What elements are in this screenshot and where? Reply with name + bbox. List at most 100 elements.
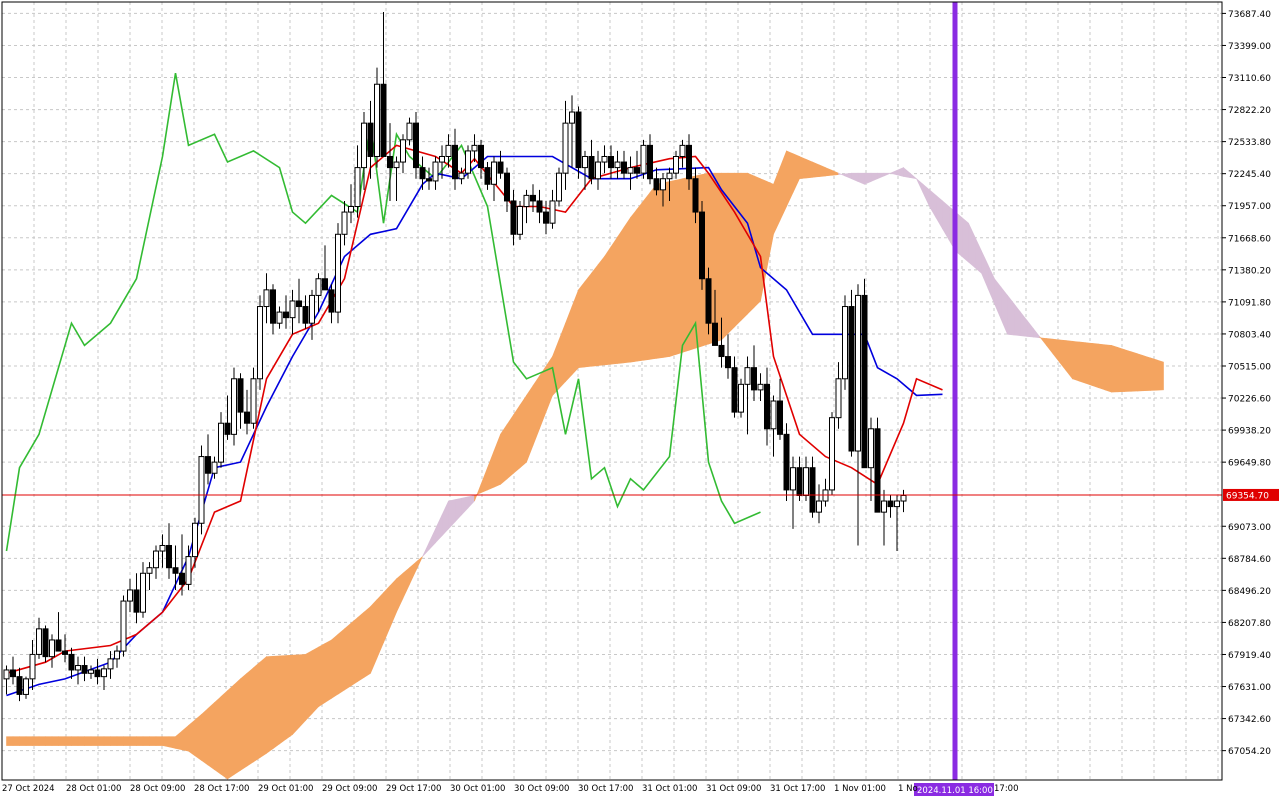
y-tick-label: 72245.40 [1228, 170, 1271, 180]
candle [231, 367, 237, 446]
candle-body [458, 172, 465, 180]
kumo-segment-bullish [194, 713, 202, 761]
candle-body [562, 122, 569, 174]
candle [640, 139, 647, 179]
candle [575, 106, 582, 179]
kumo-segment-bullish [110, 736, 118, 746]
candle [257, 295, 263, 390]
candle-body [790, 467, 796, 491]
kumo-segment-bullish [19, 736, 27, 746]
candle-body [445, 144, 452, 157]
candle-body [205, 456, 211, 474]
kumo-segment-bullish [103, 736, 111, 746]
candle-body [842, 306, 848, 380]
candle-body [764, 383, 770, 430]
candle [842, 295, 848, 390]
candle-body [601, 155, 608, 163]
kumo-segment-bullish [357, 611, 365, 683]
candle-body [556, 172, 562, 202]
candle-body [127, 589, 133, 602]
x-tick-label: 28 Oct 01:00 [66, 784, 121, 794]
candle-body [699, 211, 705, 280]
kumo-segment-bullish [344, 622, 352, 691]
candle-body [393, 161, 400, 169]
kumo-segment-bullish [12, 736, 20, 746]
kumo-segment-bullish [656, 182, 664, 359]
candle-body [803, 467, 809, 496]
y-tick-label: 73399.00 [1228, 42, 1271, 52]
y-tick-label: 73110.60 [1228, 74, 1271, 84]
candle-body [868, 428, 874, 469]
candle-body [16, 676, 23, 695]
kumo-segment-bullish [714, 172, 722, 343]
x-tick-label: 28 Oct 09:00 [130, 784, 185, 794]
kumo-segment-bullish [318, 643, 326, 708]
candle-body [543, 211, 549, 224]
kumo-segment-bullish [578, 280, 586, 368]
candle-body [653, 178, 660, 191]
x-tick-label: 29 Oct 17:00 [386, 784, 441, 794]
kumo-segment-bullish [155, 736, 163, 746]
kumo-segment-bullish [45, 736, 53, 746]
kumo-segment-bullish [1104, 344, 1112, 393]
candle [120, 595, 127, 657]
candle-body [432, 161, 439, 182]
kumo-segment-bullish [604, 245, 612, 366]
candle [198, 445, 205, 535]
candle-body [120, 600, 127, 652]
y-tick-label: 71668.60 [1228, 234, 1271, 244]
candle-body [627, 167, 634, 174]
candle-body [374, 83, 380, 157]
candle-body [387, 155, 393, 169]
candle-body [738, 383, 744, 413]
candle-body [705, 278, 712, 324]
candle-body [569, 111, 575, 124]
y-tick-label: 67631.00 [1228, 683, 1271, 693]
candle-body [114, 650, 120, 660]
kumo-segment-bullish [350, 617, 358, 687]
candle-body [263, 289, 270, 308]
ichimoku-chart[interactable]: 69354.70 2024.11.01 16:00 73687.40 73399.0… [0, 0, 1280, 800]
x-tick-label: 30 Oct 09:00 [514, 784, 569, 794]
kumo-segment-bullish [363, 605, 371, 679]
candle-body [692, 178, 699, 213]
candle-body [835, 378, 842, 419]
candle-body [166, 544, 172, 569]
candle [783, 423, 790, 502]
chart-canvas[interactable]: 69354.70 2024.11.01 16:00 73687.40 73399.0… [0, 0, 1280, 800]
x-tick-label: 29 Oct 01:00 [258, 784, 313, 794]
time-marker-label: 2024.11.01 16:00 [917, 786, 993, 796]
candle-body [848, 306, 855, 452]
kumo-segment-bullish [1072, 340, 1080, 382]
candle-body [309, 294, 315, 324]
candle-body [335, 233, 341, 313]
kumo-segment-bullish [142, 736, 150, 746]
candle [874, 417, 881, 513]
kumo-segment-bullish [662, 181, 670, 358]
candle-body [725, 356, 731, 369]
candle-body [276, 311, 283, 324]
candle-body [367, 122, 374, 157]
candle [829, 412, 835, 496]
y-tick-label: 70803.40 [1228, 330, 1271, 340]
candle-body [81, 665, 88, 674]
candle-body [341, 211, 348, 235]
kumo-segment-bullish [129, 736, 137, 746]
candle-body [354, 167, 361, 208]
x-tick-label: 31 Oct 17:00 [770, 784, 825, 794]
candle-body [452, 144, 458, 180]
kumo-segment-bullish [591, 263, 599, 367]
y-tick-label: 67919.40 [1228, 651, 1271, 661]
candle-body [218, 422, 224, 463]
kumo-segment-bullish [740, 172, 748, 322]
candle-body [172, 567, 179, 574]
candle-body [595, 161, 601, 180]
candle-body [426, 178, 432, 182]
candle-body [406, 122, 413, 141]
kumo-segment-bullish [675, 178, 683, 355]
candle-body [588, 155, 595, 180]
y-tick-label: 71957.00 [1228, 202, 1271, 212]
candle-body [49, 639, 55, 658]
candle-body [361, 122, 367, 169]
x-tick-label: 17:00 [994, 784, 1019, 794]
